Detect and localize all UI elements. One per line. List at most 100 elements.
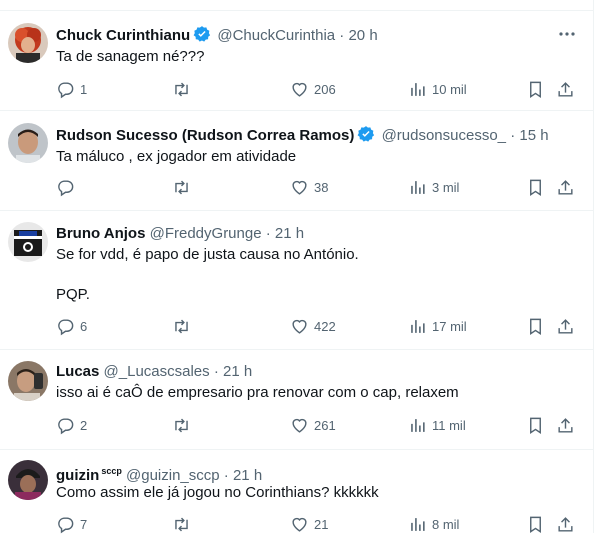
tweet[interactable]: Lucas @_Lucascsales · 21 h isso ai é caÔ… <box>0 350 594 450</box>
share-icon <box>558 516 573 532</box>
separator-dot: · <box>265 225 271 242</box>
user-handle[interactable]: @rudsonsucesso_ <box>382 127 506 144</box>
retweet-button[interactable] <box>172 79 196 99</box>
like-button[interactable]: 261 <box>290 415 336 435</box>
display-name[interactable]: Lucas <box>56 363 99 380</box>
views-button[interactable]: 17 mil <box>408 316 467 336</box>
user-handle[interactable]: @guizin_sccp <box>126 467 220 484</box>
reply-button[interactable]: 6 <box>56 316 87 336</box>
timestamp[interactable]: 15 h <box>519 127 548 144</box>
reply-count: 7 <box>80 516 88 532</box>
views-chart-icon <box>411 319 425 333</box>
avatar[interactable] <box>8 361 48 401</box>
tweet-text: Como assim ele já jogou no Corinthians? … <box>56 484 379 501</box>
share-button[interactable] <box>556 514 575 534</box>
views-chart-icon <box>411 418 425 432</box>
retweet-icon <box>175 418 188 432</box>
tweet-header: Chuck Curinthianu @ChuckCurinthia · 20 h <box>56 25 378 45</box>
share-button[interactable] <box>556 79 575 99</box>
like-button[interactable]: 422 <box>290 316 336 336</box>
bookmark-button[interactable] <box>526 177 545 197</box>
avatar[interactable] <box>8 23 48 63</box>
reply-button[interactable]: 7 <box>56 514 87 534</box>
views-chart-icon <box>411 82 425 96</box>
retweet-icon <box>175 82 188 96</box>
share-button[interactable] <box>556 177 575 197</box>
separator-dot: · <box>339 27 345 44</box>
more-options-icon[interactable] <box>558 25 576 43</box>
bookmark-icon <box>530 318 541 335</box>
display-name[interactable]: Rudson Sucesso (Rudson Correa Ramos) <box>56 127 354 144</box>
views-button[interactable]: 11 mil <box>408 415 466 435</box>
retweet-button[interactable] <box>172 415 196 435</box>
views-button[interactable]: 8 mil <box>408 514 459 534</box>
bookmark-icon <box>530 516 541 533</box>
share-button[interactable] <box>556 316 575 336</box>
display-name[interactable]: guizin <box>56 467 99 484</box>
views-button[interactable]: 3 mil <box>408 177 459 197</box>
avatar[interactable] <box>8 460 48 500</box>
display-name[interactable]: Chuck Curinthianu <box>56 27 190 44</box>
tweet-actions: 1 206 10 mil <box>56 79 576 99</box>
retweet-button[interactable] <box>172 514 196 534</box>
user-handle[interactable]: @ChuckCurinthia <box>217 27 335 44</box>
bookmark-icon <box>530 81 541 98</box>
separator-dot: · <box>510 127 516 144</box>
share-button[interactable] <box>556 415 575 435</box>
name-suffix: sccp <box>101 466 122 476</box>
retweet-button[interactable] <box>172 177 196 197</box>
bookmark-button[interactable] <box>526 415 545 435</box>
bookmark-icon <box>530 179 541 196</box>
tweet[interactable]: Bruno Anjos @FreddyGrunge · 21 h Se for … <box>0 211 594 350</box>
reply-icon <box>58 516 74 533</box>
heart-icon <box>292 180 307 195</box>
tweet[interactable]: Chuck Curinthianu @ChuckCurinthia · 20 h… <box>0 11 594 111</box>
tweet[interactable]: Rudson Sucesso (Rudson Correa Ramos) @ru… <box>0 111 594 211</box>
view-count: 8 mil <box>432 516 460 532</box>
reply-count: 2 <box>80 417 88 433</box>
bookmark-button[interactable] <box>526 79 545 99</box>
user-handle[interactable]: @FreddyGrunge <box>150 225 262 242</box>
bookmark-button[interactable] <box>526 316 545 336</box>
avatar[interactable] <box>8 123 48 163</box>
timestamp[interactable]: 21 h <box>233 467 262 484</box>
verified-badge-icon <box>357 125 375 149</box>
display-name[interactable]: Bruno Anjos <box>56 225 145 242</box>
tweet-header: Rudson Sucesso (Rudson Correa Ramos) @ru… <box>56 125 549 145</box>
heart-icon <box>292 319 307 334</box>
tweet-text: Ta de sanagem né??? <box>56 48 205 65</box>
share-icon <box>558 417 573 433</box>
views-chart-icon <box>411 517 425 531</box>
retweet-icon <box>175 180 188 194</box>
heart-icon <box>292 418 307 433</box>
tweet-actions: 7 21 8 mil <box>56 514 576 534</box>
like-count: 261 <box>314 417 336 433</box>
reply-icon <box>58 179 74 196</box>
tweet[interactable]: guizin sccp @guizin_sccp · 21 h Como assi… <box>0 450 594 533</box>
tweet-text: isso ai é caÔ de empresario pra renovar … <box>56 384 459 401</box>
view-count: 3 mil <box>432 179 460 195</box>
share-icon <box>558 179 573 195</box>
reply-icon <box>58 417 74 434</box>
bookmark-button[interactable] <box>526 514 545 534</box>
timestamp[interactable]: 21 h <box>223 363 252 380</box>
tweet-header: guizin sccp @guizin_sccp · 21 h <box>56 461 262 484</box>
timestamp[interactable]: 20 h <box>348 27 377 44</box>
like-button[interactable]: 38 <box>290 177 328 197</box>
reply-button[interactable]: 2 <box>56 415 87 435</box>
retweet-button[interactable] <box>172 316 196 336</box>
verified-badge-icon <box>193 25 211 49</box>
like-button[interactable]: 21 <box>290 514 328 534</box>
reply-button[interactable] <box>56 177 80 197</box>
timestamp[interactable]: 21 h <box>275 225 304 242</box>
tweet-text: Se for vdd, é papo de justa causa no Ant… <box>56 246 359 303</box>
separator-dot: · <box>223 467 229 484</box>
heart-icon <box>292 517 307 532</box>
tweet-actions: 2 261 11 mil <box>56 415 576 435</box>
like-button[interactable]: 206 <box>290 79 336 99</box>
avatar[interactable] <box>8 222 48 262</box>
views-button[interactable]: 10 mil <box>408 79 467 99</box>
user-handle[interactable]: @_Lucascsales <box>104 363 210 380</box>
tweet-actions: 6 422 17 mil <box>56 316 576 336</box>
reply-button[interactable]: 1 <box>56 79 87 99</box>
